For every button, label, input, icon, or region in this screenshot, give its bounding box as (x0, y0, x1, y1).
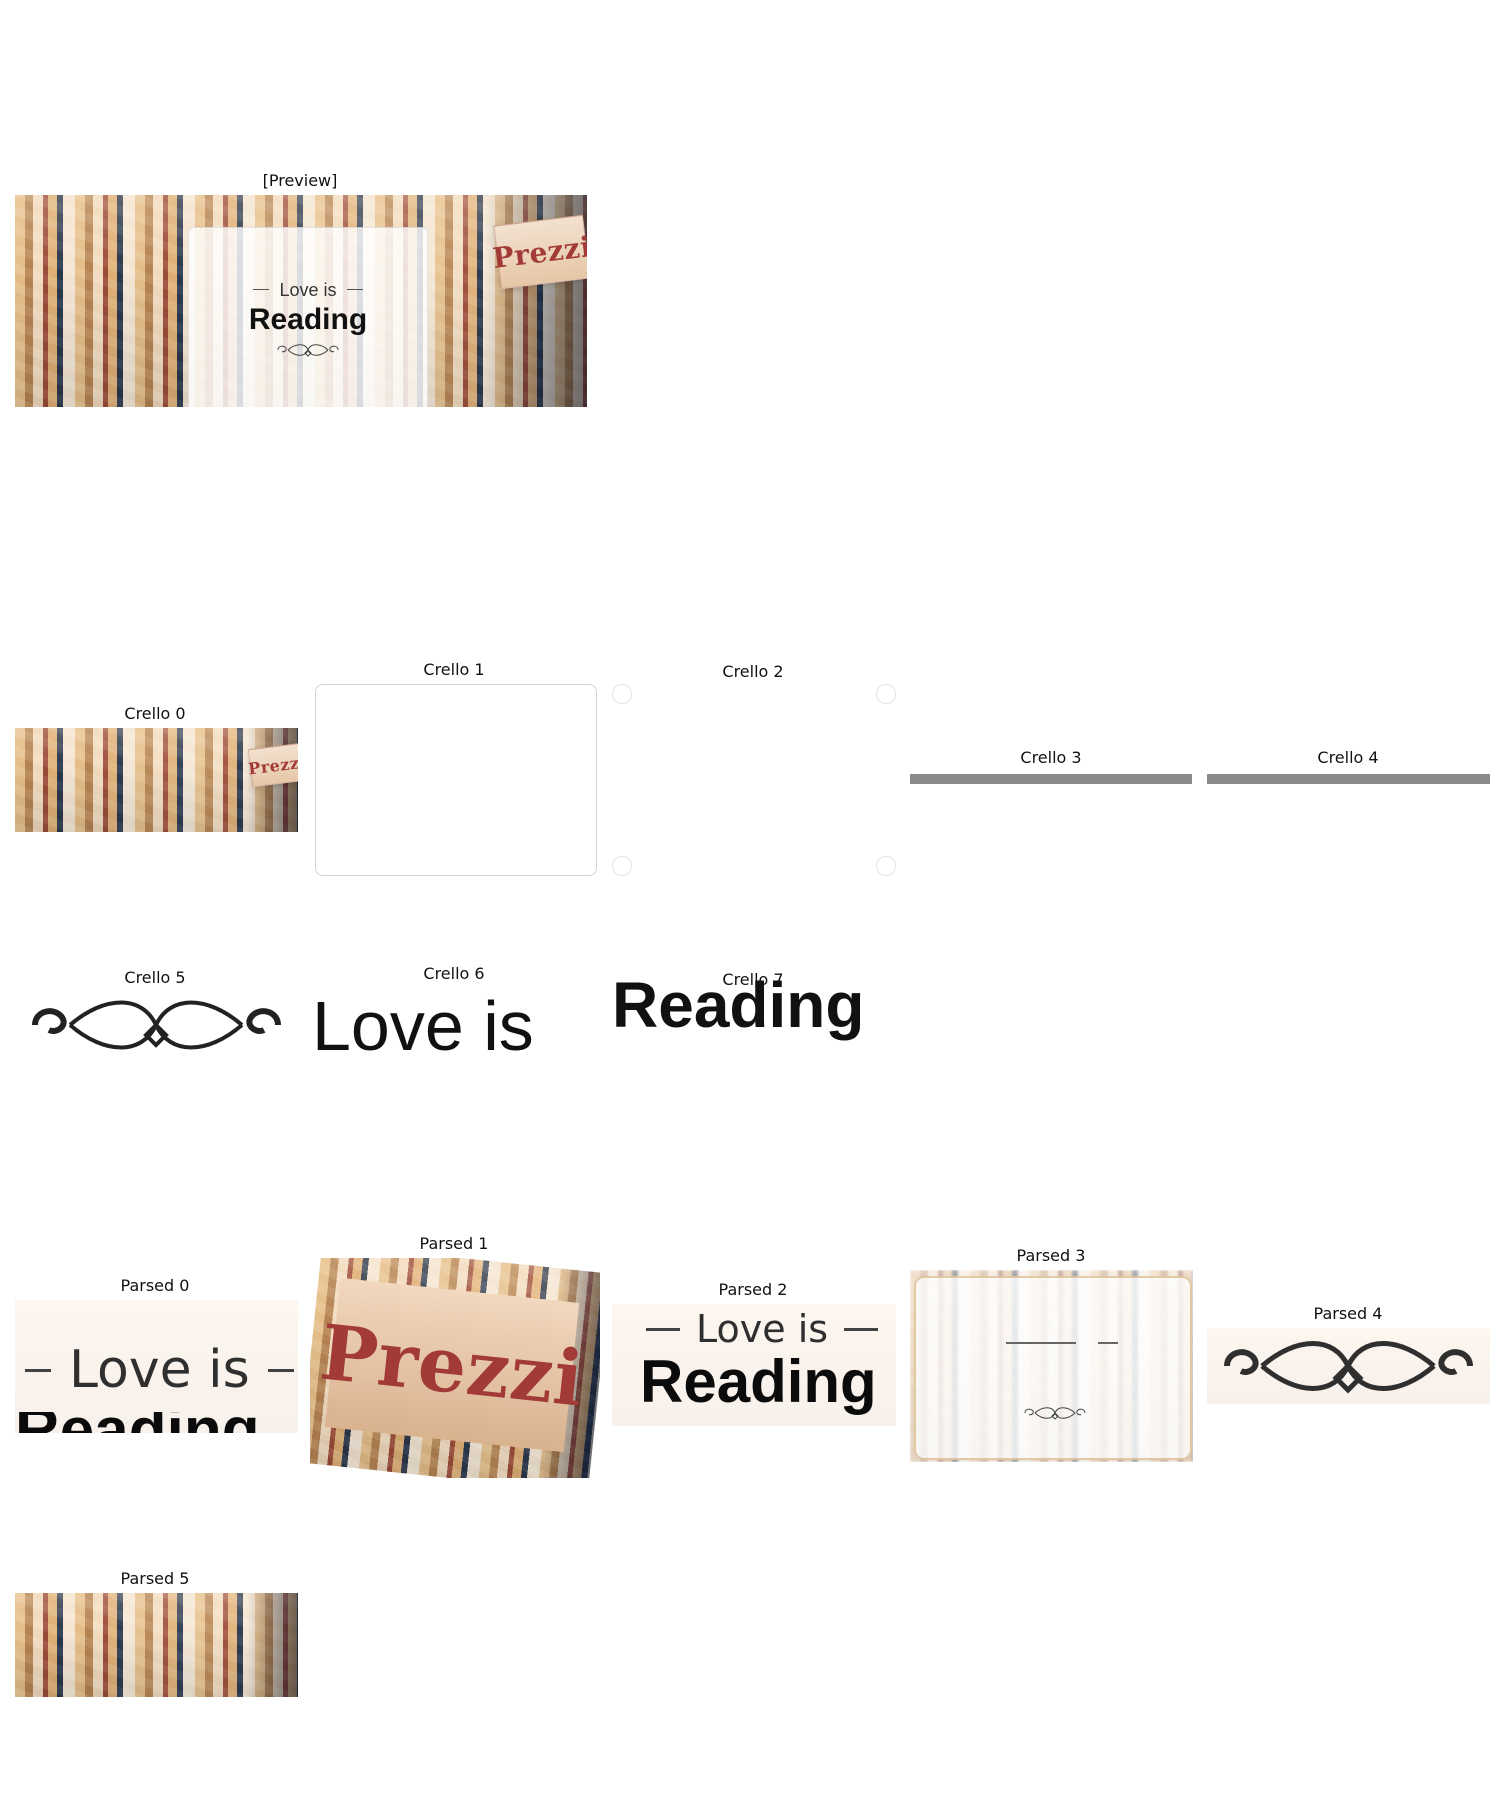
parsed-1-prezzi-sign: Prezzi (316, 1277, 588, 1453)
preview-love-is: Love is (253, 279, 363, 300)
parsed-2-dash-right (844, 1327, 879, 1331)
parsed-0-dash-left (25, 1368, 51, 1372)
crello-2-corner-tl (612, 684, 632, 704)
crello-2-caption: Crello 2 (722, 662, 784, 681)
parsed-3-card (914, 1276, 1192, 1460)
crello-4-caption: Crello 4 (1317, 748, 1379, 767)
parsed-2-reading: Reading (640, 1348, 877, 1415)
crello-0-caption: Crello 0 (124, 704, 186, 723)
parsed-2-love-is-text: Love is (696, 1307, 829, 1351)
crello-3-bar (910, 774, 1192, 784)
parsed-4-caption: Parsed 4 (1313, 1304, 1383, 1323)
parsed-4-flourish-icon (1224, 1341, 1473, 1394)
parsed-3-flourish-icon (1020, 1404, 1090, 1422)
parsed-0-love-is: Love is (25, 1344, 294, 1396)
preview-caption: [Preview] (262, 171, 338, 190)
parsed-3-dash-right (1098, 1342, 1118, 1344)
crello-2-corner-br (876, 856, 896, 876)
parsed-1-caption: Parsed 1 (419, 1234, 489, 1253)
crello-6-text: Love is (312, 987, 534, 1065)
crello-2-panel (612, 684, 896, 876)
parsed-2-dash-left (646, 1327, 680, 1331)
parsed-4-crop (1207, 1328, 1490, 1404)
crello-2-corner-bl (612, 856, 632, 876)
parsed-2-caption: Parsed 2 (718, 1280, 788, 1299)
crello-4-bar (1207, 774, 1490, 784)
flourish-icon (273, 341, 343, 359)
crello-1-panel (315, 684, 597, 876)
crello-6-caption: Crello 6 (423, 964, 485, 983)
crello-1-caption: Crello 1 (423, 660, 485, 679)
parsed-0-crop: Love is Reading (15, 1300, 298, 1433)
parsed-0-dash-right (267, 1368, 294, 1372)
crello-0-prezzi-sign: Prezzi (247, 742, 298, 788)
parsed-0-love-is-text: Love is (69, 1340, 250, 1400)
parsed-0-caption: Parsed 0 (120, 1276, 190, 1295)
crello-7-text: Reading (612, 969, 865, 1041)
dash-left (253, 289, 270, 290)
parsed-2-crop: Love is Reading (612, 1304, 896, 1426)
parsed-5-image (15, 1593, 298, 1697)
prezzi-sign: Prezzi (491, 214, 587, 290)
crello-3-caption: Crello 3 (1020, 748, 1082, 767)
preview-reading: Reading (248, 302, 368, 336)
parsed-5-caption: Parsed 5 (120, 1569, 190, 1588)
parsed-0-reading-fragment: Reading (15, 1412, 298, 1433)
crello-0-image: Prezzi (15, 728, 298, 832)
crello-5-caption: Crello 5 (124, 968, 186, 987)
love-is-text: Love is (279, 279, 337, 300)
preview-card: Love is Reading (188, 227, 428, 407)
parsed-3-crop (910, 1270, 1193, 1462)
crello-5-ornament (15, 990, 298, 1060)
parsed-3-caption: Parsed 3 (1016, 1246, 1086, 1265)
parsed-3-dash-left (1006, 1342, 1076, 1344)
parsed-0-reading-text: Reading (15, 1412, 298, 1433)
crello-2-corner-tr (876, 684, 896, 704)
dash-right (346, 289, 363, 290)
parsed-2-love-is: Love is (646, 1307, 879, 1351)
preview-image: Prezzi Love is Reading (15, 195, 587, 407)
parsed-1-crop: Prezzi (310, 1258, 600, 1478)
preview-card-content: Love is Reading (189, 228, 427, 407)
crello-5-flourish-icon (32, 1000, 281, 1050)
